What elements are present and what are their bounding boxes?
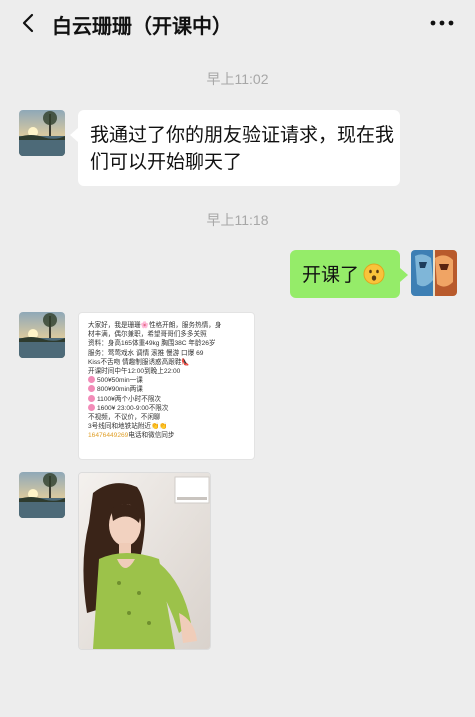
flower-icon	[88, 385, 95, 393]
card-line: 不视频，不议价，不闲聊	[88, 414, 161, 422]
message-text: 我通过了你的朋友验证请求，现在我们可以开始聊天了	[90, 125, 395, 173]
price-line: 800¥90min两课	[97, 386, 143, 394]
photo-message[interactable]	[78, 472, 211, 650]
flower-icon	[88, 394, 95, 402]
contact-avatar[interactable]	[19, 312, 65, 358]
chevron-left-icon[interactable]	[18, 12, 40, 34]
card-line: 材丰满，偶尔兼职，希望哥哥们多多关照	[88, 331, 207, 339]
hushed-face-emoji	[363, 263, 385, 285]
phone-number: 16476449269	[88, 432, 129, 440]
flower-icon	[88, 403, 95, 411]
chat-header: 白云珊珊（开课中）	[0, 0, 475, 46]
contact-avatar[interactable]	[19, 110, 65, 156]
text-image-message[interactable]: 大家好，我是珊珊🌸性格开朗，服务热情，身 材丰满，偶尔兼职，希望哥哥们多多关照 …	[78, 312, 255, 460]
message-text: 开课了	[302, 265, 360, 286]
price-line: 1100¥两个小时不限次	[97, 395, 162, 403]
friend-accept-message: 我通过了你的朋友验证请求，现在我们可以开始聊天了	[70, 110, 400, 186]
price-line: 500¥50min一课	[97, 377, 143, 385]
phone-suffix: 电话和微信同步	[128, 432, 175, 440]
card-line: 大家好，我是珊珊🌸性格开朗，服务热情，身	[88, 322, 222, 329]
chat-title: 白云珊珊（开课中）	[52, 16, 232, 38]
card-line: 3号线同和地铁站附近👏👏	[88, 423, 168, 431]
flower-icon	[88, 376, 95, 384]
my-message: 开课了	[290, 250, 408, 298]
my-avatar[interactable]	[411, 250, 457, 296]
card-line: 资料：身高165体重49kg 胸围38C 年龄26岁	[88, 340, 216, 348]
card-line: 开课时间中午12:00到晚上22:00	[88, 368, 181, 376]
price-line: 1600¥ 23:00-9:00不限次	[97, 404, 169, 412]
card-line: Kiss不舌吻 情趣制服诱惑高跟鞋👠	[88, 358, 190, 366]
more-dots-icon[interactable]	[429, 14, 455, 32]
contact-avatar[interactable]	[19, 472, 65, 518]
timestamp: 早上11:18	[206, 212, 269, 228]
card-line: 服务：莺莺戏水 调情 滚推 慢游 口爆 69	[88, 349, 204, 357]
timestamp: 早上11:02	[206, 71, 269, 87]
